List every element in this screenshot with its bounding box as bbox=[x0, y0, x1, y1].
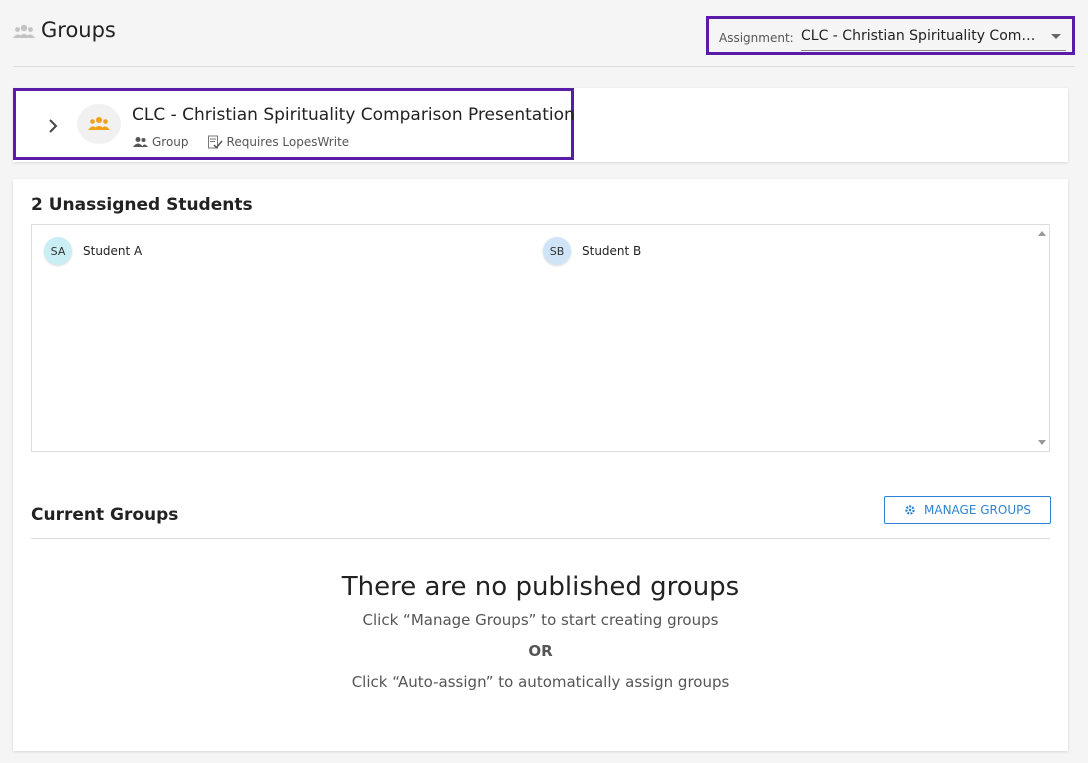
divider bbox=[31, 538, 1050, 539]
student-name: Student A bbox=[83, 244, 143, 258]
student-avatar: SB bbox=[543, 237, 571, 265]
student-avatar: SA bbox=[44, 237, 72, 265]
document-check-icon bbox=[207, 135, 223, 149]
scrollbar[interactable] bbox=[1035, 225, 1049, 451]
group-icon bbox=[88, 117, 110, 130]
meta-lopeswrite-label: Requires LopesWrite bbox=[226, 135, 350, 149]
meta-group-label: Group bbox=[152, 135, 189, 149]
groups-icon bbox=[13, 24, 35, 38]
group-avatar bbox=[77, 104, 121, 144]
assignment-select-value[interactable]: CLC - Christian Spirituality Comparison … bbox=[801, 28, 1041, 44]
scroll-down-arrow-icon[interactable] bbox=[1038, 440, 1046, 445]
unassigned-title: 2 Unassigned Students bbox=[31, 195, 253, 215]
scroll-up-arrow-icon[interactable] bbox=[1038, 231, 1046, 236]
empty-state-line-2: Click “Auto-assign” to automatically ass… bbox=[351, 673, 730, 691]
empty-state-line-1: Click “Manage Groups” to start creating … bbox=[362, 611, 719, 629]
meta-lopeswrite: Requires LopesWrite bbox=[207, 135, 350, 149]
meta-group: Group bbox=[132, 135, 189, 149]
student-item[interactable]: SB Student B bbox=[543, 237, 641, 265]
empty-state-title: There are no published groups bbox=[341, 572, 740, 602]
assignment-card-highlight: CLC - Christian Spirituality Comparison … bbox=[13, 88, 575, 160]
chevron-right-icon[interactable] bbox=[45, 118, 61, 134]
gear-icon bbox=[905, 505, 915, 515]
current-groups-title: Current Groups bbox=[31, 505, 179, 525]
assignment-card: CLC - Christian Spirituality Comparison … bbox=[13, 88, 1068, 162]
caret-down-icon[interactable] bbox=[1051, 34, 1061, 39]
assignment-meta: Group Requires LopesWrite bbox=[132, 135, 367, 149]
group-small-icon bbox=[133, 137, 148, 147]
student-name: Student B bbox=[582, 244, 642, 258]
student-item[interactable]: SA Student A bbox=[44, 237, 142, 265]
assignment-select[interactable]: Assignment: CLC - Christian Spirituality… bbox=[706, 16, 1075, 55]
manage-groups-button[interactable]: MANAGE GROUPS bbox=[884, 496, 1051, 524]
assignment-title[interactable]: CLC - Christian Spirituality Comparison … bbox=[132, 105, 575, 125]
groups-panel: 2 Unassigned Students SA Student A SB St… bbox=[13, 179, 1068, 751]
manage-groups-label: MANAGE GROUPS bbox=[924, 503, 1031, 517]
assignment-select-label: Assignment: bbox=[719, 31, 794, 45]
select-underline bbox=[801, 50, 1066, 51]
empty-state-or: OR bbox=[528, 642, 553, 660]
page-title: Groups bbox=[41, 18, 116, 42]
unassigned-student-list[interactable]: SA Student A SB Student B bbox=[31, 224, 1050, 452]
